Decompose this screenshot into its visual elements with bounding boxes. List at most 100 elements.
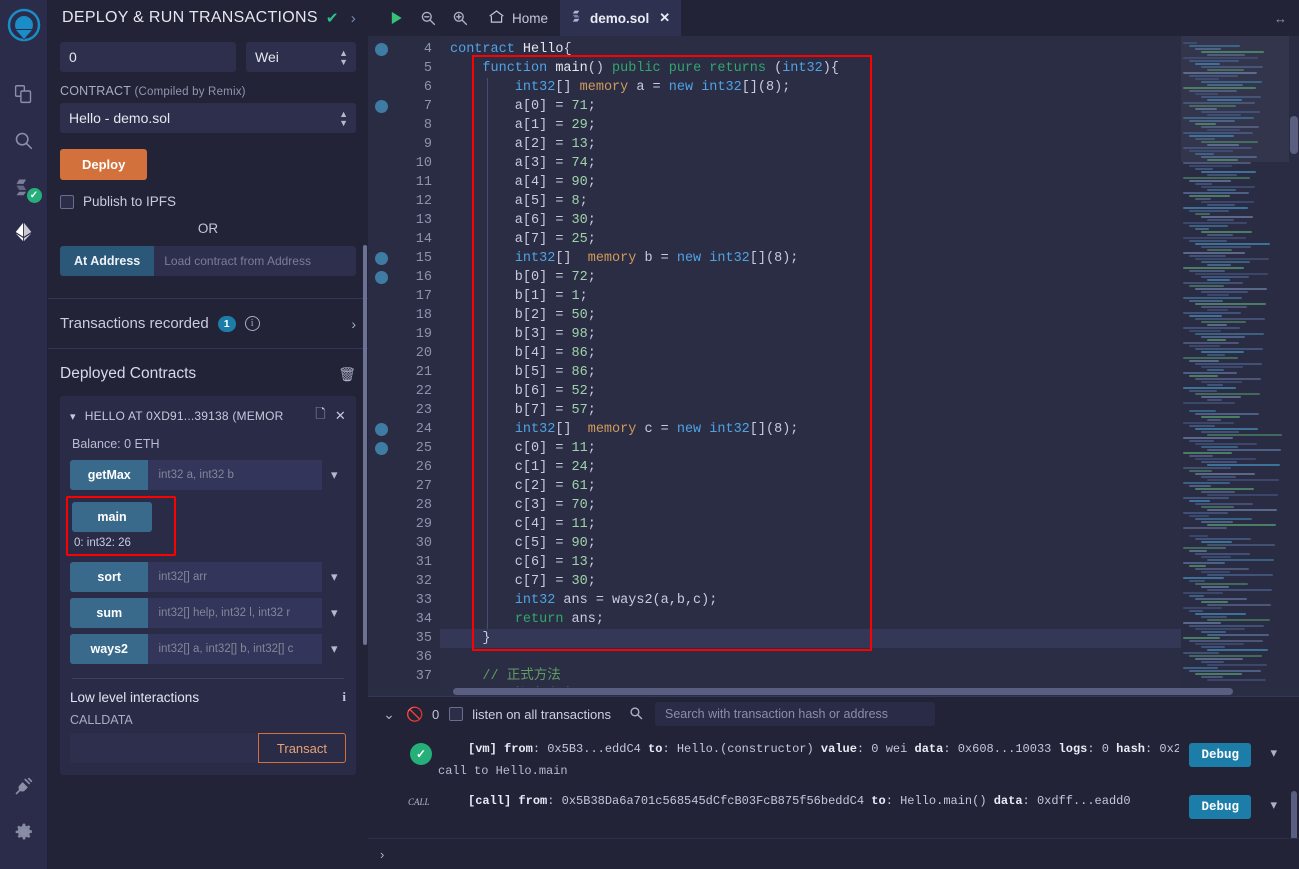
panel-scrollbar-thumb[interactable] bbox=[363, 245, 367, 645]
code-line: b[0] = 72; bbox=[450, 270, 596, 285]
value-input[interactable] bbox=[60, 42, 236, 72]
breakpoint-dot[interactable] bbox=[375, 271, 388, 284]
info-icon[interactable]: i bbox=[244, 316, 260, 331]
log-expand-chevron-icon-vm[interactable]: ▾ bbox=[1270, 745, 1277, 761]
file-explorer-icon[interactable] bbox=[4, 71, 44, 117]
low-level-info-icon[interactable]: i bbox=[342, 689, 346, 705]
minimap-line bbox=[1207, 434, 1282, 436]
or-separator-label: OR bbox=[197, 221, 219, 236]
contract-card-title-row[interactable]: ▾ HELLO AT 0XD91...39138 (MEMOR 🗋 ✕ bbox=[70, 405, 346, 427]
deploy-button[interactable]: Deploy bbox=[60, 149, 148, 180]
function-args-sum[interactable] bbox=[148, 598, 323, 628]
tab-close-icon[interactable]: ✕ bbox=[659, 10, 670, 26]
deploy-run-icon[interactable] bbox=[4, 209, 44, 255]
function-args-sort[interactable] bbox=[148, 562, 323, 592]
publish-ipfs-row[interactable]: Publish to IPFS bbox=[60, 194, 356, 209]
terminal-search-input[interactable] bbox=[654, 702, 935, 726]
terminal-expand-chevron-icon[interactable]: › bbox=[380, 847, 384, 862]
editor-horizontal-scrollbar-thumb[interactable] bbox=[453, 688, 1233, 695]
zoom-in-icon[interactable] bbox=[444, 0, 476, 36]
breakpoint-dot[interactable] bbox=[375, 100, 388, 113]
breakpoint-dot[interactable] bbox=[375, 252, 388, 265]
value-unit-select[interactable]: ▲▼ bbox=[246, 42, 356, 72]
calldata-input[interactable] bbox=[70, 733, 258, 763]
editor-vertical-scrollbar-thumb[interactable] bbox=[1290, 116, 1298, 154]
function-button-main[interactable]: main bbox=[72, 502, 152, 532]
log-value: : 0 wei bbox=[856, 742, 915, 756]
minimap-line bbox=[1195, 243, 1270, 245]
copy-icon[interactable]: 🗋 bbox=[315, 405, 326, 427]
minimap-line bbox=[1189, 670, 1261, 672]
editor-horizontal-scrollbar[interactable] bbox=[368, 687, 1299, 696]
minimap-line bbox=[1189, 470, 1212, 472]
remix-logo[interactable] bbox=[7, 8, 41, 53]
minimap-line bbox=[1195, 153, 1214, 155]
minimap-line bbox=[1183, 237, 1246, 239]
at-address-input[interactable] bbox=[154, 246, 356, 276]
close-icon[interactable]: ✕ bbox=[335, 408, 346, 424]
editor-minimap[interactable] bbox=[1181, 36, 1289, 687]
minimap-line bbox=[1183, 252, 1245, 254]
function-args-getMax[interactable] bbox=[148, 460, 323, 490]
function-row-getMax: getMax ▾ bbox=[70, 460, 346, 490]
breakpoint-dot[interactable] bbox=[375, 43, 388, 56]
log-expand-chevron-icon-call[interactable]: ▾ bbox=[1270, 797, 1277, 813]
minimap-line bbox=[1207, 559, 1274, 561]
home-tab[interactable]: Home bbox=[476, 0, 560, 36]
minimap-line bbox=[1207, 324, 1227, 326]
code-line: int32[] memory c = new int32[](8); bbox=[514, 422, 799, 437]
log-key: to bbox=[648, 742, 663, 756]
breakpoint-dot[interactable] bbox=[375, 423, 388, 436]
chevron-down-icon[interactable]: ▾ bbox=[70, 410, 76, 423]
function-expand-chevron-icon-sort[interactable]: ▾ bbox=[322, 569, 346, 585]
terminal-scrollbar-thumb[interactable] bbox=[1291, 791, 1297, 838]
function-args-ways2[interactable] bbox=[148, 634, 323, 664]
play-icon[interactable] bbox=[380, 0, 412, 36]
tab-demo-sol[interactable]: demo.sol ✕ bbox=[560, 0, 682, 36]
log-entry-vm[interactable]: ✓ [vm] from: 0x5B3...eddC4 to: Hello.(co… bbox=[368, 733, 1299, 785]
listen-all-checkbox[interactable] bbox=[449, 707, 464, 721]
transactions-recorded-row[interactable]: Transactions recorded 1 i › bbox=[60, 299, 356, 348]
solidity-compiler-icon[interactable]: ✓ bbox=[4, 163, 44, 209]
debug-button-call[interactable]: Debug bbox=[1189, 795, 1251, 819]
function-expand-chevron-icon-sum[interactable]: ▾ bbox=[322, 605, 346, 621]
function-button-sum[interactable]: sum bbox=[70, 598, 149, 628]
minimap-line bbox=[1207, 589, 1272, 591]
trash-icon[interactable]: 🗑 bbox=[338, 366, 356, 383]
no-entry-icon[interactable]: 🚫 bbox=[402, 706, 428, 723]
transactions-expand-chevron-icon[interactable]: › bbox=[351, 316, 356, 332]
breakpoint-dot[interactable] bbox=[375, 442, 388, 455]
minimap-line bbox=[1189, 285, 1224, 287]
contract-select-field[interactable] bbox=[60, 103, 356, 133]
code-content[interactable]: contract Hello{ function main() public p… bbox=[440, 36, 1299, 687]
function-expand-chevron-icon-ways2[interactable]: ▾ bbox=[322, 641, 346, 657]
horizontal-resize-icon[interactable]: ↔ bbox=[1274, 11, 1287, 26]
publish-ipfs-checkbox[interactable] bbox=[60, 194, 74, 209]
minimap-line bbox=[1183, 72, 1257, 74]
log-entry-call[interactable]: CALL [call] from: 0x5B38Da6a701c568545dC… bbox=[368, 785, 1299, 835]
zoom-out-icon[interactable] bbox=[412, 0, 444, 36]
double-chevron-down-icon[interactable]: ⌄ bbox=[376, 706, 402, 723]
function-button-sort[interactable]: sort bbox=[70, 562, 149, 592]
debug-button-vm[interactable]: Debug bbox=[1189, 743, 1251, 767]
function-button-getMax[interactable]: getMax bbox=[70, 460, 149, 490]
line-number: 19 bbox=[415, 327, 432, 342]
at-address-button[interactable]: At Address bbox=[60, 246, 155, 276]
function-expand-chevron-icon-getMax[interactable]: ▾ bbox=[322, 467, 346, 483]
code-editor[interactable]: 4 5 6 7 8 9 10 11 12 13 14 15 16 17 18 19 20 21 22 23 24 25 26… bbox=[368, 36, 1299, 687]
breakpoint-gutter[interactable] bbox=[368, 36, 398, 687]
value-unit-field[interactable] bbox=[246, 42, 356, 72]
settings-gear-icon[interactable] bbox=[4, 809, 44, 855]
panel-expand-chevron-icon[interactable]: › bbox=[351, 10, 356, 27]
function-button-ways2[interactable]: ways2 bbox=[70, 634, 149, 664]
terminal-log[interactable]: ✓ [vm] from: 0x5B3...eddC4 to: Hello.(co… bbox=[368, 731, 1299, 838]
editor-vertical-scrollbar[interactable] bbox=[1289, 36, 1299, 687]
minimap-line bbox=[1195, 443, 1257, 445]
transact-button[interactable]: Transact bbox=[257, 733, 346, 763]
minimap-line bbox=[1201, 676, 1223, 678]
plugin-manager-icon[interactable] bbox=[4, 763, 44, 809]
contract-select[interactable]: ▲▼ bbox=[60, 103, 356, 133]
listen-all-transactions-row[interactable]: listen on all transactions bbox=[449, 707, 611, 722]
minimap-line bbox=[1183, 512, 1228, 514]
search-icon[interactable] bbox=[4, 117, 44, 163]
